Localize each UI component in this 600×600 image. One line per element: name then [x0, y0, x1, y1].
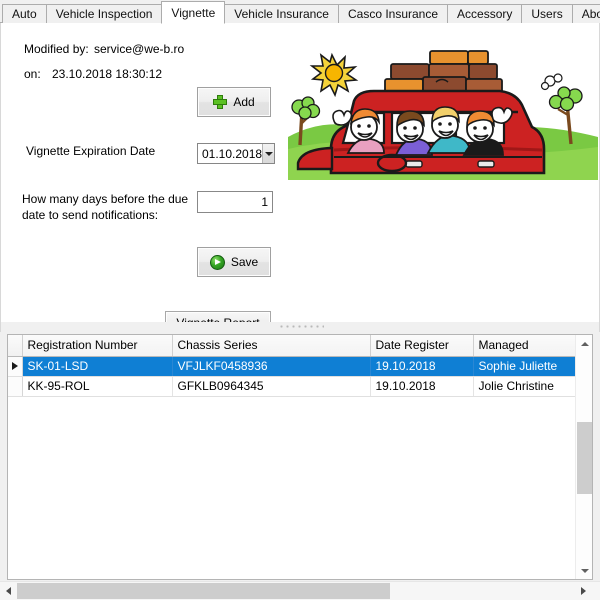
grid-header-row: Registration Number Chassis Series Date … — [8, 335, 577, 357]
vignette-expiration-date-label: Vignette Expiration Date — [26, 144, 156, 158]
tab-auto[interactable]: Auto — [2, 4, 46, 23]
chevron-left-icon — [6, 587, 11, 595]
scroll-up-button[interactable] — [576, 335, 592, 352]
chevron-up-icon — [580, 341, 589, 346]
table-row[interactable]: SK-01-LSD VFJLKF0458936 19.10.2018 Sophi… — [8, 356, 577, 377]
chevron-down-icon — [580, 568, 589, 573]
vignette-form-panel: Modified by: service@we-b.ro on: 23.10.2… — [0, 23, 600, 322]
combobox-dropdown-button[interactable] — [262, 144, 274, 163]
family-car-vacation-illustration — [288, 49, 598, 180]
cell-managed[interactable]: Jolie Christine — [473, 376, 577, 397]
grid-table: Registration Number Chassis Series Date … — [8, 335, 577, 397]
row-selector-header — [8, 335, 23, 357]
vignette-expiration-date-value: 01.10.2018 — [202, 146, 263, 161]
window-horizontal-scrollbar[interactable] — [0, 581, 600, 600]
vertical-scroll-thumb[interactable] — [577, 422, 592, 494]
chevron-right-icon — [581, 587, 586, 595]
modified-by-value: service@we-b.ro — [94, 42, 185, 56]
vignette-report-button[interactable]: Vignette Report — [165, 311, 271, 322]
cell-registration-number[interactable]: SK-01-LSD — [22, 356, 173, 377]
cell-managed[interactable]: Sophie Juliette — [473, 356, 577, 377]
tab-accessory[interactable]: Accessory — [447, 4, 522, 23]
column-header-chassis-series[interactable]: Chassis Series — [172, 335, 371, 357]
vignette-expiration-date-combobox[interactable]: 01.10.2018 — [197, 143, 275, 164]
column-header-managed[interactable]: Managed — [473, 335, 577, 357]
row-selector-cell[interactable] — [8, 356, 23, 377]
cell-date-register[interactable]: 19.10.2018 — [370, 356, 474, 377]
save-button[interactable]: Save — [197, 247, 271, 277]
scroll-right-button[interactable] — [575, 582, 592, 600]
column-header-registration-number[interactable]: Registration Number — [22, 335, 173, 357]
splitter-grip — [280, 325, 324, 329]
modified-by-label: Modified by: — [24, 42, 89, 56]
notification-days-input[interactable]: 1 — [197, 191, 273, 213]
scroll-down-button[interactable] — [576, 562, 592, 579]
vignette-data-grid[interactable]: Registration Number Chassis Series Date … — [7, 334, 593, 580]
add-button-label: Add — [233, 95, 255, 109]
tab-vignette[interactable]: Vignette — [161, 1, 226, 24]
current-row-marker-icon — [12, 362, 18, 370]
application-window: Auto Vehicle Inspection Vignette Vehicle… — [0, 0, 600, 600]
horizontal-scroll-thumb[interactable] — [17, 583, 390, 599]
tab-users[interactable]: Users — [521, 4, 572, 23]
cell-chassis-series[interactable]: GFKLB0964345 — [172, 376, 371, 397]
cell-registration-number[interactable]: KK-95-ROL — [22, 376, 173, 397]
panel-splitter[interactable] — [0, 322, 600, 332]
green-arrow-icon — [209, 254, 225, 270]
tab-bar: Auto Vehicle Inspection Vignette Vehicle… — [0, 0, 600, 24]
notification-days-label: How many days before the due date to sen… — [22, 192, 189, 222]
save-button-label: Save — [230, 255, 259, 269]
modified-on-value: 23.10.2018 18:30:12 — [52, 67, 163, 81]
tab-casco-insurance[interactable]: Casco Insurance — [337, 4, 448, 23]
row-selector-cell[interactable] — [8, 376, 23, 397]
green-plus-icon — [213, 95, 228, 109]
tab-vehicle-inspection[interactable]: Vehicle Inspection — [45, 4, 162, 23]
scroll-left-button[interactable] — [0, 582, 17, 600]
table-row[interactable]: KK-95-ROL GFKLB0964345 19.10.2018 Jolie … — [8, 376, 577, 397]
column-header-date-register[interactable]: Date Register — [370, 335, 474, 357]
tab-list: Auto Vehicle Inspection Vignette Vehicle… — [2, 1, 600, 24]
cell-chassis-series[interactable]: VFJLKF0458936 — [172, 356, 371, 377]
chevron-down-icon — [264, 151, 273, 156]
tab-about[interactable]: About — [571, 4, 600, 23]
grid-vertical-scrollbar[interactable] — [575, 335, 592, 579]
modified-on-label: on: — [24, 67, 41, 81]
tab-vehicle-insurance[interactable]: Vehicle Insurance — [225, 4, 338, 23]
add-button[interactable]: Add — [197, 87, 271, 117]
horizontal-scroll-track[interactable] — [390, 583, 575, 599]
cell-date-register[interactable]: 19.10.2018 — [370, 376, 474, 397]
